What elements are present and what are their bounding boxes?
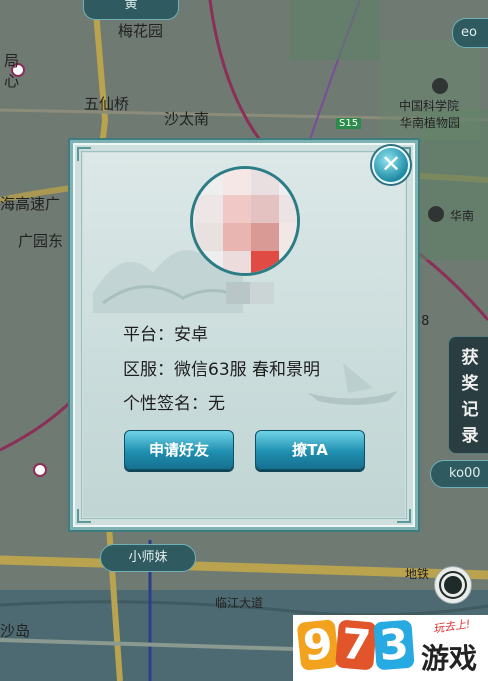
map-label: 海高速广 [0, 195, 61, 213]
poi-icon [432, 78, 448, 94]
server-value: 微信63服 春和景明 [174, 360, 321, 380]
platform-row: 平台：安卓 [123, 320, 208, 345]
corner-ornament [77, 509, 91, 523]
signature-row: 个性签名：无 [123, 389, 225, 414]
poi-icon [428, 206, 444, 222]
highway-shield: S15 [336, 118, 362, 129]
add-friend-button[interactable]: 申请好友 [124, 430, 234, 470]
signature-key: 个性签名： [123, 394, 208, 414]
map-label: 沙太南 [164, 110, 210, 128]
site-watermark: 9 7 3 玩去上! 游戏 [293, 615, 488, 681]
close-icon: ✕ [380, 150, 402, 178]
map-label: 心 [4, 72, 20, 90]
map-label: 局 [4, 52, 20, 70]
platform-value: 安卓 [174, 325, 208, 345]
corner-ornament [397, 509, 411, 523]
server-key: 区服： [123, 360, 174, 380]
platform-key: 平台： [123, 325, 174, 345]
map-label: 沙岛 [0, 622, 31, 640]
map-label: 临江大道 [215, 596, 264, 610]
watermark-text: 游戏 [421, 642, 478, 675]
map-label: 华南植物园 [400, 116, 461, 130]
close-button[interactable]: ✕ [372, 146, 410, 184]
map-label: 地铁 [405, 567, 430, 581]
avatar [190, 166, 300, 276]
locate-button[interactable] [434, 566, 472, 604]
destination-marker[interactable]: 小师妹 [100, 544, 196, 572]
watermark-digit: 7 [334, 619, 378, 671]
flirt-button[interactable]: 撩TA [255, 430, 365, 470]
map-right-tab[interactable]: eo [452, 18, 488, 48]
corner-ornament [77, 147, 91, 161]
map-label: 华南 [450, 209, 475, 223]
signature-value: 无 [208, 394, 225, 414]
map-top-tab[interactable]: 黄 [83, 0, 179, 20]
watermark-digit: 9 [296, 619, 340, 671]
map-label: 广园东 [18, 232, 64, 250]
map-label: 梅花园 [118, 22, 164, 40]
map-label: 中国科学院 [399, 99, 460, 113]
server-row: 区服：微信63服 春和景明 [123, 355, 320, 380]
map-label: 五仙桥 [84, 95, 130, 113]
player-name-blurred [226, 282, 274, 304]
watermark-digit: 3 [373, 619, 415, 671]
award-record-label[interactable]: 获奖记录 [455, 345, 485, 449]
watermark-slogan: 玩去上! [432, 617, 472, 636]
user-tag[interactable]: ko00 [430, 460, 488, 488]
